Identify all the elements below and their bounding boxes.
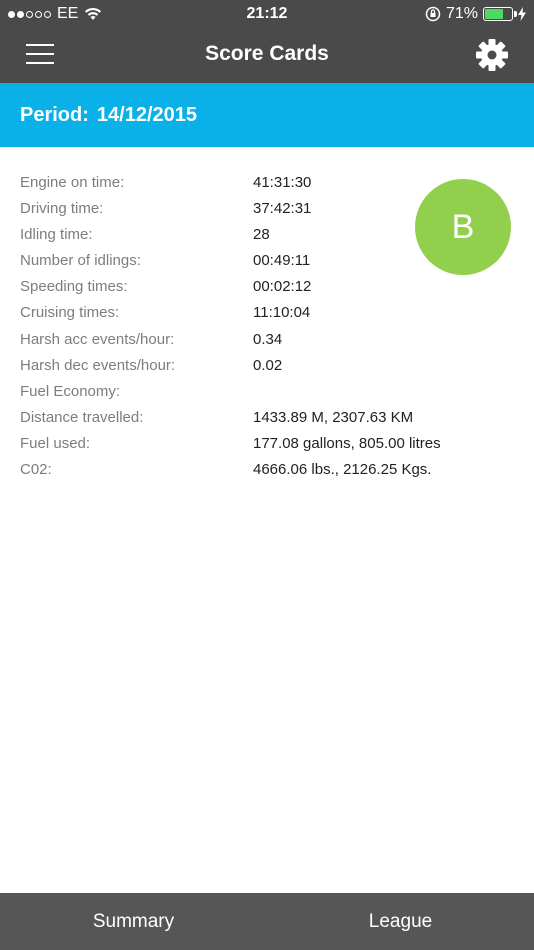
tab-summary[interactable]: Summary [0, 893, 267, 950]
orientation-lock-icon [425, 6, 441, 22]
metric-value: 4666.06 lbs., 2126.25 Kgs. [253, 461, 432, 478]
metric-row-fuel-used: Fuel used: 177.08 gallons, 805.00 litres [20, 435, 500, 459]
status-right: 71% [425, 5, 526, 23]
metric-value: 1433.89 M, 2307.63 KM [253, 409, 414, 426]
metric-label: Fuel Economy: [20, 383, 121, 400]
metric-row-co2: C02: 4666.06 lbs., 2126.25 Kgs. [20, 461, 500, 485]
metric-value: 00:49:11 [253, 252, 311, 269]
metric-label: Idling time: [20, 226, 93, 243]
period-date: 14/12/2015 [96, 103, 198, 126]
gear-icon[interactable] [474, 37, 510, 73]
metric-label: Engine on time: [20, 174, 125, 191]
nav-bar: Score Cards [0, 28, 534, 83]
page-title: Score Cards [205, 42, 329, 65]
metric-label: Driving time: [20, 200, 104, 217]
period-bar: Period: 14/12/2015 [0, 83, 534, 147]
charging-bolt-icon [518, 7, 526, 21]
period-label: Period: [20, 103, 89, 126]
metric-row-cruising-times: Cruising times: 11:10:04 [20, 304, 500, 328]
metric-label: Speeding times: [20, 278, 128, 295]
metric-label: Distance travelled: [20, 409, 144, 426]
metric-row-speeding-times: Speeding times: 00:02:12 [20, 278, 500, 302]
metric-value: 28 [253, 226, 270, 243]
metric-value: 00:02:12 [253, 278, 312, 295]
status-bar: EE 21:12 71% [0, 0, 534, 28]
tab-bar: Summary League [0, 893, 534, 950]
metric-label: Cruising times: [20, 304, 120, 321]
metric-label: Harsh dec events/hour: [20, 357, 176, 374]
metric-row-fuel-economy: Fuel Economy: [20, 383, 500, 407]
metric-value: 11:10:04 [253, 304, 311, 321]
metric-label: C02: [20, 461, 52, 478]
battery-icon [483, 7, 517, 21]
metric-value: 37:42:31 [253, 200, 312, 217]
metric-value: 0.02 [253, 357, 283, 374]
metric-row-harsh-dec-events: Harsh dec events/hour: 0.02 [20, 357, 500, 381]
metric-label: Fuel used: [20, 435, 91, 452]
metric-value: 177.08 gallons, 805.00 litres [253, 435, 441, 452]
grade-badge: B [415, 179, 511, 275]
metric-value: 0.34 [253, 331, 283, 348]
metric-row-harsh-acc-events: Harsh acc events/hour: 0.34 [20, 331, 500, 355]
metric-label: Number of idlings: [20, 252, 141, 269]
metric-value: 41:31:30 [253, 174, 312, 191]
score-card-details: Engine on time: 41:31:30 Driving time: 3… [0, 147, 534, 893]
battery-percent: 71% [445, 5, 478, 22]
metric-row-distance-travelled: Distance travelled: 1433.89 M, 2307.63 K… [20, 409, 500, 433]
tab-league[interactable]: League [267, 893, 534, 950]
metric-label: Harsh acc events/hour: [20, 331, 175, 348]
